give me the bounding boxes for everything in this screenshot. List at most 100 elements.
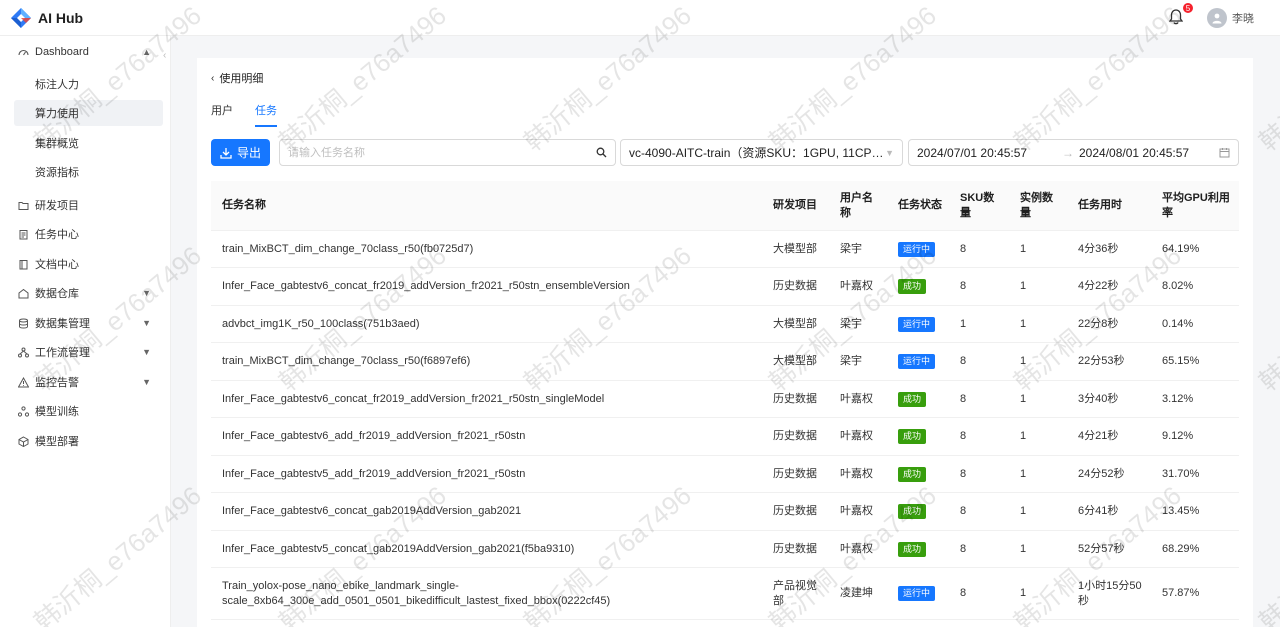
sidebar-item-label: 任务中心: [35, 229, 79, 241]
sidebar-item-label: 模型部署: [35, 436, 79, 448]
cell-instance-count: 1: [1020, 355, 1027, 367]
top-bar: AI Hub 5 李晓: [0, 0, 1280, 36]
table-row[interactable]: train_MixBCT_dim_change_70class_r50(fb07…: [211, 231, 1239, 268]
cell-username: 梁宇: [840, 242, 862, 255]
sidebar-item-model-deployment[interactable]: 模型部署: [0, 427, 171, 455]
column-header-sku-count: SKU数量: [960, 191, 995, 219]
sidebar-item-label: 数据仓库: [35, 288, 79, 300]
export-button[interactable]: 导出: [211, 139, 270, 166]
cell-gpu-util: 31.70%: [1162, 467, 1200, 480]
cell-sku-count: 8: [960, 280, 967, 292]
sidebar-item-dashboard[interactable]: Dashboard ▲: [0, 38, 171, 66]
sidebar-item-model-training[interactable]: 模型训练: [0, 397, 171, 425]
sidebar-item-dataset-management[interactable]: 数据集管理 ▼: [0, 309, 171, 337]
folder-icon: [18, 200, 29, 211]
cell-gpu-util: 65.15%: [1162, 355, 1200, 367]
table-row[interactable]: Infer_Face_gabtestv6_concat_fr2019_addVe…: [211, 268, 1239, 306]
cell-sku-count: 1: [960, 317, 967, 330]
cell-project: 大模型部: [773, 242, 817, 255]
task-search: [279, 139, 616, 166]
table-row[interactable]: Infer_Face_gabtestv5_add_fr2019_addVersi…: [211, 456, 1239, 493]
sidebar-subitem-cluster-overview[interactable]: 集群概览: [14, 130, 163, 156]
date-range-picker[interactable]: 2024/07/01 20:45:57 → 2024/08/01 20:45:5…: [908, 139, 1239, 166]
status-badge: 成功: [898, 541, 927, 557]
status-badge: 运行中: [898, 316, 936, 332]
cell-sku-count: 8: [960, 430, 967, 442]
download-icon: [220, 147, 232, 159]
status-badge: 成功: [898, 391, 927, 407]
search-icon[interactable]: [596, 147, 607, 161]
cell-project: 历史数据: [773, 280, 817, 292]
notification-bell-icon[interactable]: 5: [1168, 3, 1193, 27]
cell-task-name: advbct_img1K_r50_100class(751b3aed): [222, 317, 420, 330]
sidebar-item-data-warehouse[interactable]: 数据仓库 ▼: [0, 279, 171, 307]
ai-hub-logo-icon: [10, 7, 32, 29]
tab-tasks[interactable]: 任务: [255, 102, 277, 127]
arrow-right-icon: →: [1062, 146, 1074, 160]
cell-sku-count: 8: [960, 542, 967, 555]
cell-duration: 22分53秒: [1078, 355, 1125, 367]
table-row[interactable]: advbct_img1K_r50_100class(751b3aed) 大模型部 梁…: [211, 306, 1239, 343]
back-link[interactable]: ‹ 使用明细: [211, 70, 263, 86]
logo[interactable]: AI Hub: [10, 7, 83, 29]
status-badge: 成功: [898, 504, 927, 519]
sidebar-subitem-label: 算力使用: [35, 108, 79, 120]
cell-task-name: train_MixBCT_dim_change_70class_r50(f689…: [222, 355, 471, 367]
cell-username: 叶嘉权: [840, 505, 873, 517]
table-row[interactable]: Infer_Face_gabtestv5_concat_gab2019AddVe…: [211, 531, 1239, 568]
cell-status: 运行中: [887, 586, 949, 601]
cell-sku-count: 8: [960, 355, 967, 367]
status-badge: 运行中: [898, 586, 936, 601]
cell-sku-count: 8: [960, 392, 967, 405]
sidebar-item-rd-projects[interactable]: 研发项目: [0, 191, 171, 219]
status-badge: 运行中: [898, 241, 936, 257]
calendar-icon[interactable]: [1219, 147, 1230, 161]
cell-project: 历史数据: [773, 467, 817, 480]
status-badge: 成功: [898, 279, 927, 294]
sidebar-subitem-label: 集群概览: [35, 138, 79, 150]
cluster-select[interactable]: vc-4090-AITC-train（资源SKU：1GPU, 11CPU, 1.…: [620, 139, 903, 166]
chevron-down-icon: ▼: [142, 318, 151, 328]
tab-users[interactable]: 用户: [211, 102, 233, 127]
task-name-search-input[interactable]: [288, 140, 588, 165]
sidebar-item-label: 工作流管理: [35, 347, 90, 359]
cell-instance-count: 1: [1020, 280, 1027, 292]
cell-sku-count: 8: [960, 242, 967, 255]
chevron-left-icon: ‹: [211, 72, 215, 84]
username[interactable]: 李晓: [1232, 10, 1254, 26]
cell-gpu-util: 57.87%: [1162, 587, 1200, 599]
sidebar-item-doc-center[interactable]: 文档中心: [0, 250, 171, 278]
sidebar-subitem-annotation-labor[interactable]: 标注人力: [14, 71, 163, 97]
cell-instance-count: 1: [1020, 392, 1027, 405]
avatar[interactable]: [1207, 8, 1227, 28]
table-row[interactable]: Infer_Face_gabtestv6_add_fr2019_addVersi…: [211, 418, 1239, 456]
cell-instance-count: 1: [1020, 242, 1027, 255]
cell-task-name: Infer_Face_gabtestv5_concat_gab2019AddVe…: [222, 542, 575, 555]
sidebar-item-task-center[interactable]: 任务中心: [0, 220, 171, 248]
date-range-start[interactable]: 2024/07/01 20:45:57: [917, 146, 1027, 160]
cell-status: 运行中: [887, 354, 949, 369]
sidebar-item-label: 数据集管理: [35, 318, 90, 330]
cell-instance-count: 1: [1020, 587, 1027, 599]
cell-instance-count: 1: [1020, 430, 1027, 442]
table-row[interactable]: Infer_Face_gabtestv6_concat_fr2019_addVe…: [211, 381, 1239, 418]
cell-status: 成功: [887, 279, 949, 294]
sidebar-item-label: Dashboard: [35, 46, 89, 58]
date-range-end[interactable]: 2024/08/01 20:45:57: [1079, 146, 1189, 160]
sidebar-item-workflow-management[interactable]: 工作流管理 ▼: [0, 338, 171, 366]
table-row[interactable]: Train_yolox-pose_nano_ebike_landmark_sin…: [211, 568, 1239, 620]
table-row[interactable]: train_MixBCT_dim_change_70class_r50(f689…: [211, 343, 1239, 381]
column-header-project: 研发项目: [773, 199, 817, 211]
cell-project: 大模型部: [773, 355, 817, 367]
warning-icon: [18, 376, 29, 388]
sidebar-subitem-resource-metrics[interactable]: 资源指标: [14, 159, 163, 185]
cluster-select-value: vc-4090-AITC-train（资源SKU：1GPU, 11CPU, 1.…: [629, 146, 884, 160]
cell-status: 成功: [887, 541, 949, 557]
column-header-instance-count: 实例数量: [1020, 191, 1053, 219]
cell-instance-count: 1: [1020, 542, 1027, 555]
sidebar-item-monitoring-alerts[interactable]: 监控告警 ▼: [0, 368, 171, 396]
sidebar-subitem-compute-usage[interactable]: 算力使用: [14, 100, 163, 126]
table-row[interactable]: Infer_Face_gabtestv6_concat_gab2019AddVe…: [211, 493, 1239, 531]
task-table: 任务名称 研发项目 用户名称 任务状态 SKU数量 实例数量 任务用时 平均GP…: [211, 181, 1239, 620]
cell-task-name: train_MixBCT_dim_change_70class_r50(fb07…: [222, 242, 474, 255]
